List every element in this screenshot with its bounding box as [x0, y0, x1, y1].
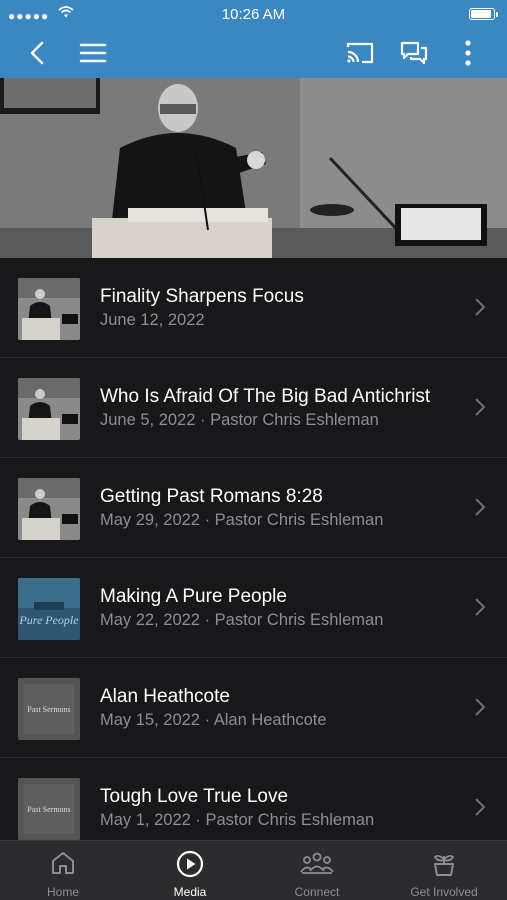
battery-icon — [469, 8, 498, 20]
home-icon — [52, 852, 74, 874]
chat-icon — [400, 41, 428, 65]
sermon-thumbnail — [18, 478, 80, 540]
tab-connect[interactable]: Connect — [254, 841, 380, 900]
sermon-subtitle: May 29, 2022 · Pastor Chris Eshleman — [100, 511, 384, 529]
more-button[interactable] — [451, 36, 485, 70]
chevron-right-icon — [475, 498, 486, 516]
sermon-subtitle: May 1, 2022 · Pastor Chris Eshleman — [100, 811, 375, 829]
tab-home[interactable]: Home — [0, 841, 126, 900]
list-item[interactable]: Past Sermons Tough Love True Love May 1,… — [0, 758, 507, 840]
more-icon — [465, 40, 471, 66]
plant-icon — [433, 854, 455, 876]
people-icon — [300, 852, 334, 874]
sermon-photo — [0, 78, 507, 258]
chevron-right-icon — [475, 298, 486, 316]
tab-label: Media — [173, 885, 207, 899]
nav-bar — [0, 28, 507, 78]
sermon-subtitle: June 5, 2022 · Pastor Chris Eshleman — [100, 411, 379, 429]
sermon-title: Alan Heathcote — [100, 686, 230, 707]
tab-label: Connect — [294, 885, 340, 899]
thumbnail-text: Past Sermons — [27, 805, 70, 814]
chevron-right-icon — [475, 598, 486, 616]
sermon-subtitle: May 22, 2022 · Pastor Chris Eshleman — [100, 611, 384, 629]
list-item[interactable]: Pure People Making A Pure People May 22,… — [0, 558, 507, 658]
hero-image — [0, 78, 507, 258]
sermon-thumbnail — [18, 278, 80, 340]
sermon-title: Getting Past Romans 8:28 — [100, 486, 323, 507]
sermon-title: Finality Sharpens Focus — [100, 286, 304, 307]
tab-media[interactable]: Media — [127, 841, 253, 900]
sermon-title: Tough Love True Love — [100, 786, 289, 807]
sermon-title: Who Is Afraid Of The Big Bad Antichrist — [100, 386, 431, 407]
tab-bar: Home Media Connect Get Involved — [0, 840, 507, 900]
tab-label: Home — [46, 885, 79, 899]
sermon-list: Finality Sharpens Focus June 12, 2022 Wh… — [0, 258, 507, 840]
status-time: 10:26 AM — [221, 6, 286, 23]
back-icon — [30, 41, 44, 65]
chevron-right-icon — [475, 698, 486, 716]
back-button[interactable] — [20, 36, 54, 70]
list-item[interactable]: Finality Sharpens Focus June 12, 2022 — [0, 258, 507, 358]
menu-icon — [79, 43, 107, 63]
sermon-thumbnail: Past Sermons — [18, 678, 80, 740]
sermon-thumbnail — [18, 378, 80, 440]
chevron-right-icon — [475, 798, 486, 816]
sermon-subtitle: June 12, 2022 — [100, 311, 205, 329]
thumbnail-text: Past Sermons — [27, 705, 70, 714]
status-bar: ●●●●● 10:26 AM — [0, 0, 507, 28]
sermon-thumbnail: Pure People — [18, 578, 80, 640]
tab-label: Get Involved — [410, 885, 478, 899]
sermon-title: Making A Pure People — [100, 586, 287, 607]
play-icon — [176, 850, 204, 878]
cast-icon — [346, 42, 374, 64]
menu-button[interactable] — [76, 36, 110, 70]
chevron-right-icon — [475, 398, 486, 416]
list-item[interactable]: Getting Past Romans 8:28 May 29, 2022 · … — [0, 458, 507, 558]
chat-button[interactable] — [397, 36, 431, 70]
tab-get-involved[interactable]: Get Involved — [381, 841, 507, 900]
list-item[interactable]: Who Is Afraid Of The Big Bad Antichrist … — [0, 358, 507, 458]
list-item[interactable]: Past Sermons Alan Heathcote May 15, 2022… — [0, 658, 507, 758]
sermon-thumbnail: Past Sermons — [18, 778, 80, 840]
thumbnail-text: Pure People — [18, 613, 79, 627]
sermon-subtitle: May 15, 2022 · Alan Heathcote — [100, 711, 327, 729]
cast-button[interactable] — [343, 36, 377, 70]
